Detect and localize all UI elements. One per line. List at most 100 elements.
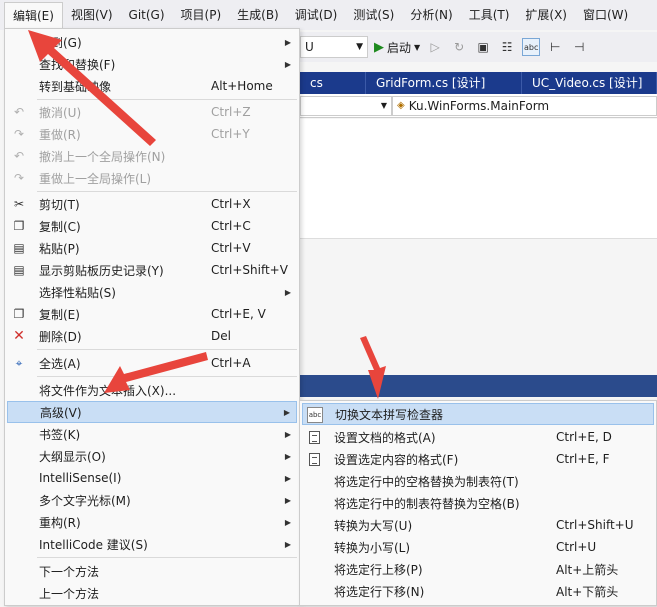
menu-item-insert-file-as-text[interactable]: 将文件作为文本插入(X)... xyxy=(7,379,297,401)
play-icon: ▶ xyxy=(374,39,384,55)
menu-window[interactable]: 窗口(W) xyxy=(575,2,636,28)
menu-item-paste[interactable]: ▤ 粘贴(P) Ctrl+V xyxy=(7,237,297,259)
designer-area xyxy=(300,119,657,374)
menu-item-goto[interactable]: 转到(G) ▶ xyxy=(7,31,297,53)
menu-item-delete[interactable]: ✕ 删除(D) Del xyxy=(7,325,297,347)
menu-git[interactable]: Git(G) xyxy=(121,2,173,28)
copy-icon: ❐ xyxy=(13,219,25,233)
class-value: Ku.WinForms.MainForm xyxy=(408,98,550,113)
menu-analyze[interactable]: 分析(N) xyxy=(402,2,460,28)
clipboard-history-icon: ▤ xyxy=(13,263,25,277)
menu-separator xyxy=(37,191,297,192)
configuration-combo[interactable]: U ▼ xyxy=(300,36,368,58)
align-right-icon[interactable]: ⊣ xyxy=(570,38,588,56)
submenu-item-untabify[interactable]: 将选定行中的制表符替换为空格(B) xyxy=(302,492,654,514)
submenu-arrow-icon: ▶ xyxy=(284,517,291,527)
toolbar: U ▼ ▶ 启动 ▼ ▷ ↻ ▣ ☷ abc ⊢ ⊣ xyxy=(300,32,657,62)
submenu-item-format-document[interactable]: 设置文档的格式(A) Ctrl+E, D xyxy=(302,426,654,448)
menu-item-goto-base[interactable]: 转到基础映像 Alt+Home xyxy=(7,75,297,97)
designer-surface xyxy=(300,119,657,239)
start-button[interactable]: ▶ 启动 ▼ xyxy=(374,39,420,56)
menu-item-intellisense[interactable]: IntelliSense(I) ▶ xyxy=(7,467,297,489)
submenu-arrow-icon: ▶ xyxy=(284,429,291,439)
menu-item-cut[interactable]: ✂ 剪切(T) Ctrl+X xyxy=(7,193,297,215)
select-all-icon: ⌖ xyxy=(15,355,23,370)
menu-item-duplicate[interactable]: ❐ 复制(E) Ctrl+E, V xyxy=(7,303,297,325)
format-document-icon xyxy=(306,429,322,445)
tab-ucvideo-design[interactable]: UC_Video.cs [设计] xyxy=(522,72,657,94)
tool-window-header xyxy=(300,375,657,397)
submenu-arrow-icon: ▶ xyxy=(284,37,291,47)
menu-item-undo[interactable]: ↶ 撤消(U) Ctrl+Z xyxy=(7,101,297,123)
class-combo[interactable]: ◈ Ku.WinForms.MainForm xyxy=(392,95,657,116)
menu-separator xyxy=(37,349,297,350)
redo-global-icon: ↷ xyxy=(13,171,25,185)
menu-bar: 编辑(E) 视图(V) Git(G) 项目(P) 生成(B) 调试(D) 测试(… xyxy=(0,0,657,30)
format-selection-icon xyxy=(306,451,322,467)
menu-item-multi-caret[interactable]: 多个文字光标(M) ▶ xyxy=(7,489,297,511)
configuration-value: U xyxy=(305,40,314,54)
document-tabs: cs GridForm.cs [设计] UC_Video.cs [设计] xyxy=(300,72,657,94)
menu-separator xyxy=(37,99,297,100)
paste-icon: ▤ xyxy=(13,241,25,255)
menu-item-redo-global[interactable]: ↷ 重做上一全局操作(L) xyxy=(7,167,297,189)
menu-view[interactable]: 视图(V) xyxy=(63,2,121,28)
submenu-arrow-icon: ▶ xyxy=(284,59,291,69)
menu-item-next-method[interactable]: 下一个方法 xyxy=(7,560,297,582)
start-without-debug-icon[interactable]: ▷ xyxy=(426,38,444,56)
member-combo[interactable]: ▼ xyxy=(300,95,392,116)
submenu-item-move-lines-up[interactable]: 将选定行上移(P) Alt+上箭头 xyxy=(302,558,654,580)
submenu-arrow-icon: ▶ xyxy=(284,451,291,461)
chevron-down-icon: ▼ xyxy=(380,101,387,110)
submenu-arrow-icon: ▶ xyxy=(284,287,291,297)
menu-test[interactable]: 测试(S) xyxy=(345,2,402,28)
submenu-arrow-icon: ▶ xyxy=(284,473,291,483)
menu-item-outlining[interactable]: 大纲显示(O) ▶ xyxy=(7,445,297,467)
advanced-submenu: abc 切换文本拼写检查器 设置文档的格式(A) Ctrl+E, D 设置选定内… xyxy=(299,400,657,606)
menu-item-bookmarks[interactable]: 书签(K) ▶ xyxy=(7,423,297,445)
submenu-item-toggle-spellcheck[interactable]: abc 切换文本拼写检查器 xyxy=(302,403,654,425)
submenu-item-lowercase[interactable]: 转换为小写(L) Ctrl+U xyxy=(302,536,654,558)
navigation-bar: ▼ ◈ Ku.WinForms.MainForm xyxy=(300,94,657,118)
submenu-item-tabify[interactable]: 将选定行中的空格替换为制表符(T) xyxy=(302,470,654,492)
class-icon: ◈ xyxy=(397,100,405,111)
submenu-item-move-lines-down[interactable]: 将选定行下移(N) Alt+下箭头 xyxy=(302,580,654,602)
menu-item-select-all[interactable]: ⌖ 全选(A) Ctrl+A xyxy=(7,352,297,374)
menu-item-advanced[interactable]: 高级(V) ▶ xyxy=(7,401,297,423)
menu-item-previous-method[interactable]: 上一个方法 xyxy=(7,582,297,604)
redo-icon: ↷ xyxy=(13,127,25,141)
menu-item-intellicode[interactable]: IntelliCode 建议(S) ▶ xyxy=(7,533,297,555)
menu-edit[interactable]: 编辑(E) xyxy=(4,2,63,30)
menu-build[interactable]: 生成(B) xyxy=(229,2,287,28)
menu-tools[interactable]: 工具(T) xyxy=(461,2,518,28)
tab-cs[interactable]: cs xyxy=(300,72,366,94)
start-label: 启动 xyxy=(387,40,412,55)
menu-item-redo[interactable]: ↷ 重做(R) Ctrl+Y xyxy=(7,123,297,145)
menu-separator xyxy=(37,376,297,377)
align-left-icon[interactable]: ⊢ xyxy=(546,38,564,56)
layout-icon[interactable]: ☷ xyxy=(498,38,516,56)
delete-icon: ✕ xyxy=(13,328,25,344)
hot-reload-icon[interactable]: ↻ xyxy=(450,38,468,56)
menu-item-paste-special[interactable]: 选择性粘贴(S) ▶ xyxy=(7,281,297,303)
tab-gridform-design[interactable]: GridForm.cs [设计] xyxy=(366,72,522,94)
spellcheck-icon: abc xyxy=(307,407,323,423)
menu-project[interactable]: 项目(P) xyxy=(173,2,230,28)
menu-debug[interactable]: 调试(D) xyxy=(287,2,346,28)
folder-icon[interactable]: ▣ xyxy=(474,38,492,56)
submenu-item-uppercase[interactable]: 转换为大写(U) Ctrl+Shift+U xyxy=(302,514,654,536)
chevron-down-icon: ▼ xyxy=(414,42,421,52)
submenu-item-format-selection[interactable]: 设置选定内容的格式(F) Ctrl+E, F xyxy=(302,448,654,470)
scissors-icon: ✂ xyxy=(13,197,25,211)
undo-icon: ↶ xyxy=(13,105,25,119)
edit-menu-dropdown: 转到(G) ▶ 查找和替换(F) ▶ 转到基础映像 Alt+Home ↶ 撤消(… xyxy=(4,28,300,606)
menu-item-undo-global[interactable]: ↶ 撤消上一个全局操作(N) xyxy=(7,145,297,167)
menu-extensions[interactable]: 扩展(X) xyxy=(517,2,575,28)
undo-global-icon: ↶ xyxy=(13,149,25,163)
menu-item-copy[interactable]: ❐ 复制(C) Ctrl+C xyxy=(7,215,297,237)
menu-item-find-replace[interactable]: 查找和替换(F) ▶ xyxy=(7,53,297,75)
menu-item-refactor[interactable]: 重构(R) ▶ xyxy=(7,511,297,533)
spellcheck-toolbar-icon[interactable]: abc xyxy=(522,38,541,56)
submenu-arrow-icon: ▶ xyxy=(284,539,291,549)
menu-item-clipboard-history[interactable]: ▤ 显示剪贴板历史记录(Y) Ctrl+Shift+V xyxy=(7,259,297,281)
